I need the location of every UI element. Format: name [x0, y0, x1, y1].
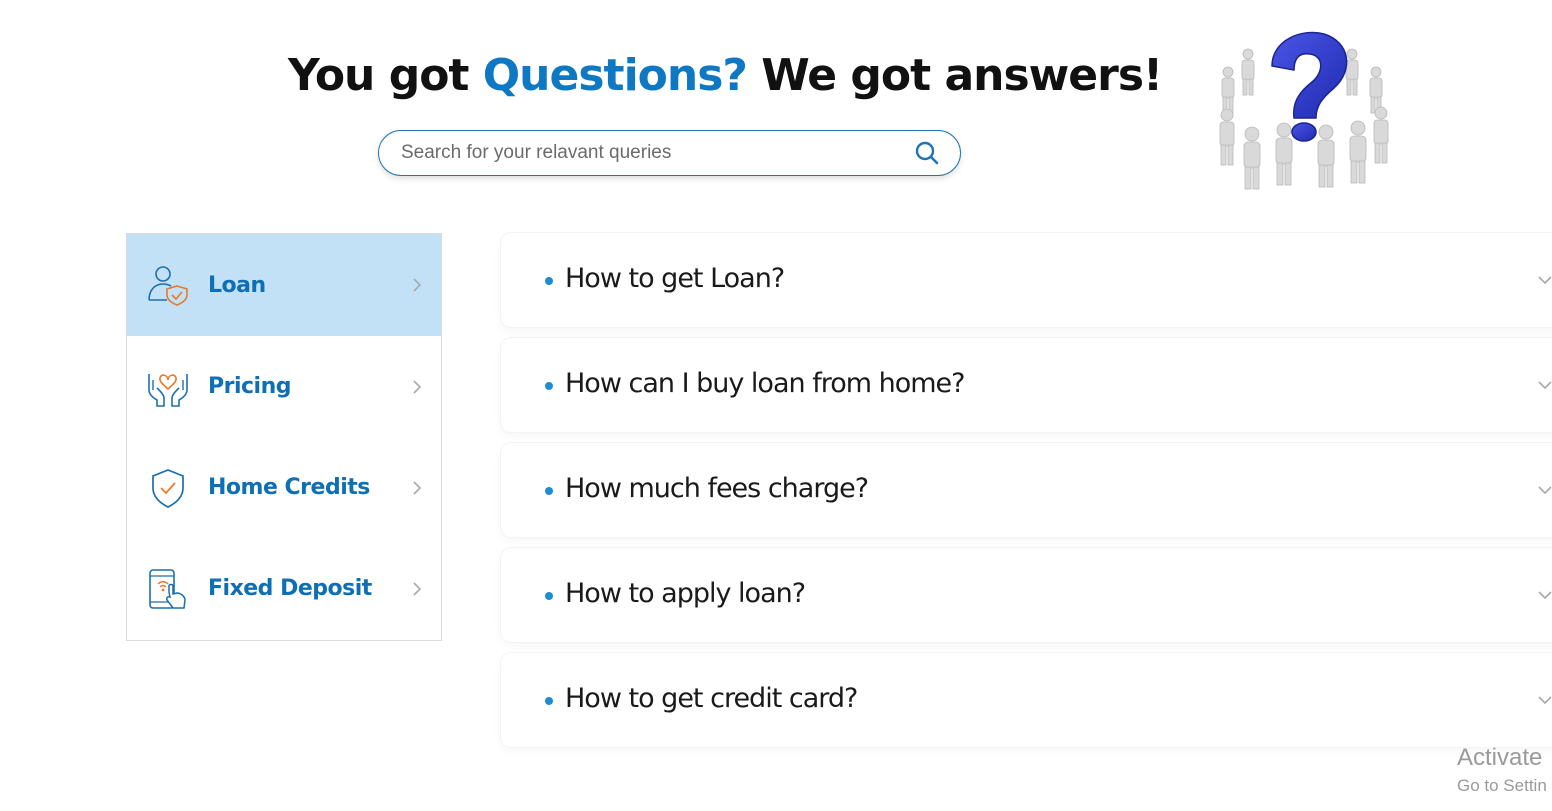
chevron-down-icon[interactable] [1537, 588, 1552, 600]
shield-check-icon [145, 465, 191, 511]
chevron-right-icon [411, 480, 423, 496]
watermark-line1: Activate [1457, 744, 1543, 771]
faq-question: How to apply loan? [565, 578, 806, 609]
chevron-down-icon[interactable] [1537, 693, 1552, 705]
faq-question: How to get credit card? [565, 683, 858, 714]
title-part1: You got [288, 50, 469, 101]
search-input[interactable] [399, 131, 903, 175]
sidebar-item-label: Loan [208, 272, 266, 298]
faq-item[interactable]: How much fees charge? [501, 443, 1552, 537]
sidebar-item-home-credits[interactable]: Home Credits [127, 437, 441, 538]
faq-question: How much fees charge? [565, 473, 869, 504]
watermark-line2: Go to Settin [1457, 776, 1547, 795]
bullet-dot [545, 382, 553, 390]
sidebar-item-label: Fixed Deposit [208, 576, 372, 601]
search-bar [378, 130, 961, 176]
user-shield-icon [145, 262, 191, 308]
sidebar-item-fixed-deposit[interactable]: Fixed Deposit [127, 538, 441, 639]
faq-item[interactable]: How can I buy loan from home? [501, 338, 1552, 432]
chevron-down-icon[interactable] [1537, 378, 1552, 390]
chevron-right-icon [411, 581, 423, 597]
bullet-dot [545, 697, 553, 705]
chevron-down-icon[interactable] [1537, 273, 1552, 285]
chevron-down-icon[interactable] [1537, 483, 1552, 495]
question-people-circle-illustration [1212, 26, 1402, 198]
faq-item[interactable]: How to get Loan? [501, 233, 1552, 327]
page-title: You got Questions? We got answers! [288, 50, 1163, 101]
title-part2: We got answers! [761, 50, 1163, 101]
sidebar-item-pricing[interactable]: Pricing [127, 336, 441, 437]
hands-heart-icon [145, 364, 191, 410]
bullet-dot [545, 487, 553, 495]
sidebar-item-label: Home Credits [208, 475, 370, 500]
category-sidebar: Loan Pricing Home Credits Fixed Deposit [126, 233, 442, 641]
chevron-right-icon [411, 379, 423, 395]
bullet-dot [545, 277, 553, 285]
sidebar-item-label: Pricing [208, 374, 292, 399]
phone-tap-icon [145, 566, 191, 612]
faq-item[interactable]: How to get credit card? [501, 653, 1552, 747]
bullet-dot [545, 592, 553, 600]
activation-watermark: Activate Go to Settin [1457, 744, 1547, 796]
chevron-right-icon [411, 277, 423, 293]
faq-page: You got Questions? We got answers! Searc… [0, 0, 1552, 811]
faq-question: How can I buy loan from home? [565, 368, 965, 399]
title-accent: Questions? [482, 50, 748, 101]
faq-question: How to get Loan? [565, 263, 785, 294]
search-icon[interactable] [914, 140, 940, 166]
faq-item[interactable]: How to apply loan? [501, 548, 1552, 642]
sidebar-item-loan[interactable]: Loan [127, 234, 441, 336]
